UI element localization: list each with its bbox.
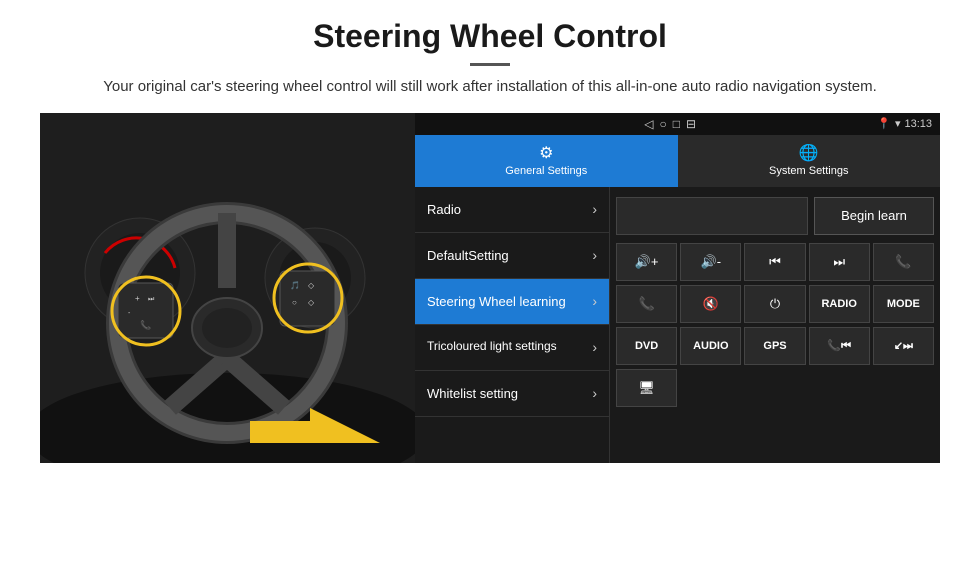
header-section: Steering Wheel Control Your original car… <box>40 18 940 99</box>
svg-text:◇: ◇ <box>308 281 315 290</box>
system-settings-icon: 🌐 <box>799 143 819 163</box>
control-grid-row1: 🔊+ 🔊- ⏮ ⏭ 📞 <box>616 243 934 281</box>
menu-tricoloured-label: Tricoloured light settings <box>427 339 557 355</box>
next-track-button[interactable]: ⏭ <box>809 243 870 281</box>
menu-item-radio[interactable]: Radio › <box>415 187 609 233</box>
mute-button[interactable]: 🔇 <box>680 285 741 323</box>
tab-general-label: General Settings <box>505 165 587 177</box>
tab-system-label: System Settings <box>769 165 848 177</box>
menu-whitelist-chevron: › <box>592 385 597 401</box>
mode-label: MODE <box>887 298 920 310</box>
audio-label: AUDIO <box>693 340 728 352</box>
menu-radio-chevron: › <box>592 201 597 217</box>
status-bar-right: 📍 ▾ 13:13 <box>877 117 932 130</box>
call-answer-icon: 📞 <box>895 254 911 270</box>
menu-default-chevron: › <box>592 247 597 263</box>
time-display: 13:13 <box>904 118 932 130</box>
menu-steering-label: Steering Wheel learning <box>427 294 566 309</box>
svg-text:🎵: 🎵 <box>290 281 300 290</box>
call-next-button[interactable]: ↙⏭ <box>873 327 934 365</box>
menu-nav-icon[interactable]: ⊟ <box>686 117 696 131</box>
screen-icon: 🖥 <box>638 380 655 396</box>
call-end-icon: 📞 <box>639 296 655 312</box>
mute-icon: 🔇 <box>703 296 719 312</box>
screen-icon-button[interactable]: 🖥 <box>616 369 677 407</box>
last-icon-row: 🖥 <box>616 369 934 407</box>
prev-track-button[interactable]: ⏮ <box>744 243 805 281</box>
gps-button[interactable]: GPS <box>744 327 805 365</box>
menu-steering-chevron: › <box>592 293 597 309</box>
menu-item-tricoloured[interactable]: Tricoloured light settings › <box>415 325 609 371</box>
call-end-button[interactable]: 📞 <box>616 285 677 323</box>
power-button[interactable]: ⏻ <box>744 285 805 323</box>
vol-up-button[interactable]: 🔊+ <box>616 243 677 281</box>
menu-item-default[interactable]: DefaultSetting › <box>415 233 609 279</box>
prev-track-icon: ⏮ <box>769 254 781 270</box>
page-wrapper: Steering Wheel Control Your original car… <box>0 0 980 473</box>
right-panel: Begin learn 🔊+ 🔊- ⏮ <box>610 187 940 463</box>
vol-up-icon: 🔊+ <box>635 254 659 270</box>
location-icon: 📍 <box>877 117 891 130</box>
begin-learn-button[interactable]: Begin learn <box>814 197 934 235</box>
svg-text:+: + <box>135 294 140 303</box>
android-ui: ◁ ○ □ ⊟ 📍 ▾ 13:13 ⚙ General Settings <box>415 113 940 463</box>
bottom-btn-row: DVD AUDIO GPS 📞⏮ ↙⏭ <box>616 327 934 365</box>
subtitle-text: Your original car's steering wheel contr… <box>80 76 900 99</box>
call-prev-button[interactable]: 📞⏮ <box>809 327 870 365</box>
call-next-icon: ↙⏭ <box>894 339 913 353</box>
gps-label: GPS <box>763 340 786 352</box>
steering-wheel-image: + ⏭ - 📞 🎵 ◇ ○ ◇ <box>40 113 415 463</box>
status-bar: ◁ ○ □ ⊟ 📍 ▾ 13:13 <box>415 113 940 135</box>
power-icon: ⏻ <box>770 296 780 312</box>
svg-text:⏭: ⏭ <box>148 296 155 303</box>
tab-system-settings[interactable]: 🌐 System Settings <box>678 135 941 187</box>
svg-text:◇: ◇ <box>308 298 315 307</box>
general-settings-icon: ⚙ <box>539 143 553 163</box>
radio-mode-button[interactable]: RADIO <box>809 285 870 323</box>
nav-icons: ◁ ○ □ ⊟ <box>423 117 877 131</box>
menu-default-label: DefaultSetting <box>427 248 509 263</box>
home-nav-icon[interactable]: ○ <box>659 117 666 131</box>
dvd-label: DVD <box>635 340 658 352</box>
svg-text:○: ○ <box>292 298 297 307</box>
audio-button[interactable]: AUDIO <box>680 327 741 365</box>
menu-radio-label: Radio <box>427 202 461 217</box>
title-divider <box>470 63 510 66</box>
call-prev-icon: 📞⏮ <box>827 339 851 353</box>
android-main: Radio › DefaultSetting › Steering Wheel … <box>415 187 940 463</box>
vol-down-icon: 🔊- <box>701 254 722 270</box>
radio-control-row: Begin learn <box>616 193 934 239</box>
radio-input-box <box>616 197 808 235</box>
tabs-row: ⚙ General Settings 🌐 System Settings <box>415 135 940 187</box>
page-title: Steering Wheel Control <box>40 18 940 55</box>
call-answer-button[interactable]: 📞 <box>873 243 934 281</box>
menu-item-steering[interactable]: Steering Wheel learning › <box>415 279 609 325</box>
svg-text:📞: 📞 <box>140 319 152 330</box>
menu-item-whitelist[interactable]: Whitelist setting › <box>415 371 609 417</box>
back-nav-icon[interactable]: ◁ <box>644 117 653 131</box>
menu-tricoloured-chevron: › <box>592 339 597 355</box>
next-track-icon: ⏭ <box>833 254 845 270</box>
vol-down-button[interactable]: 🔊- <box>680 243 741 281</box>
menu-whitelist-label: Whitelist setting <box>427 386 518 401</box>
radio-mode-label: RADIO <box>821 298 856 310</box>
control-grid-row2: 📞 🔇 ⏻ RADIO MODE <box>616 285 934 323</box>
dvd-button[interactable]: DVD <box>616 327 677 365</box>
recents-nav-icon[interactable]: □ <box>673 117 680 131</box>
mode-button[interactable]: MODE <box>873 285 934 323</box>
tab-general-settings[interactable]: ⚙ General Settings <box>415 135 678 187</box>
menu-list: Radio › DefaultSetting › Steering Wheel … <box>415 187 610 463</box>
content-area: + ⏭ - 📞 🎵 ◇ ○ ◇ <box>40 113 940 463</box>
wifi-icon: ▾ <box>895 117 901 130</box>
